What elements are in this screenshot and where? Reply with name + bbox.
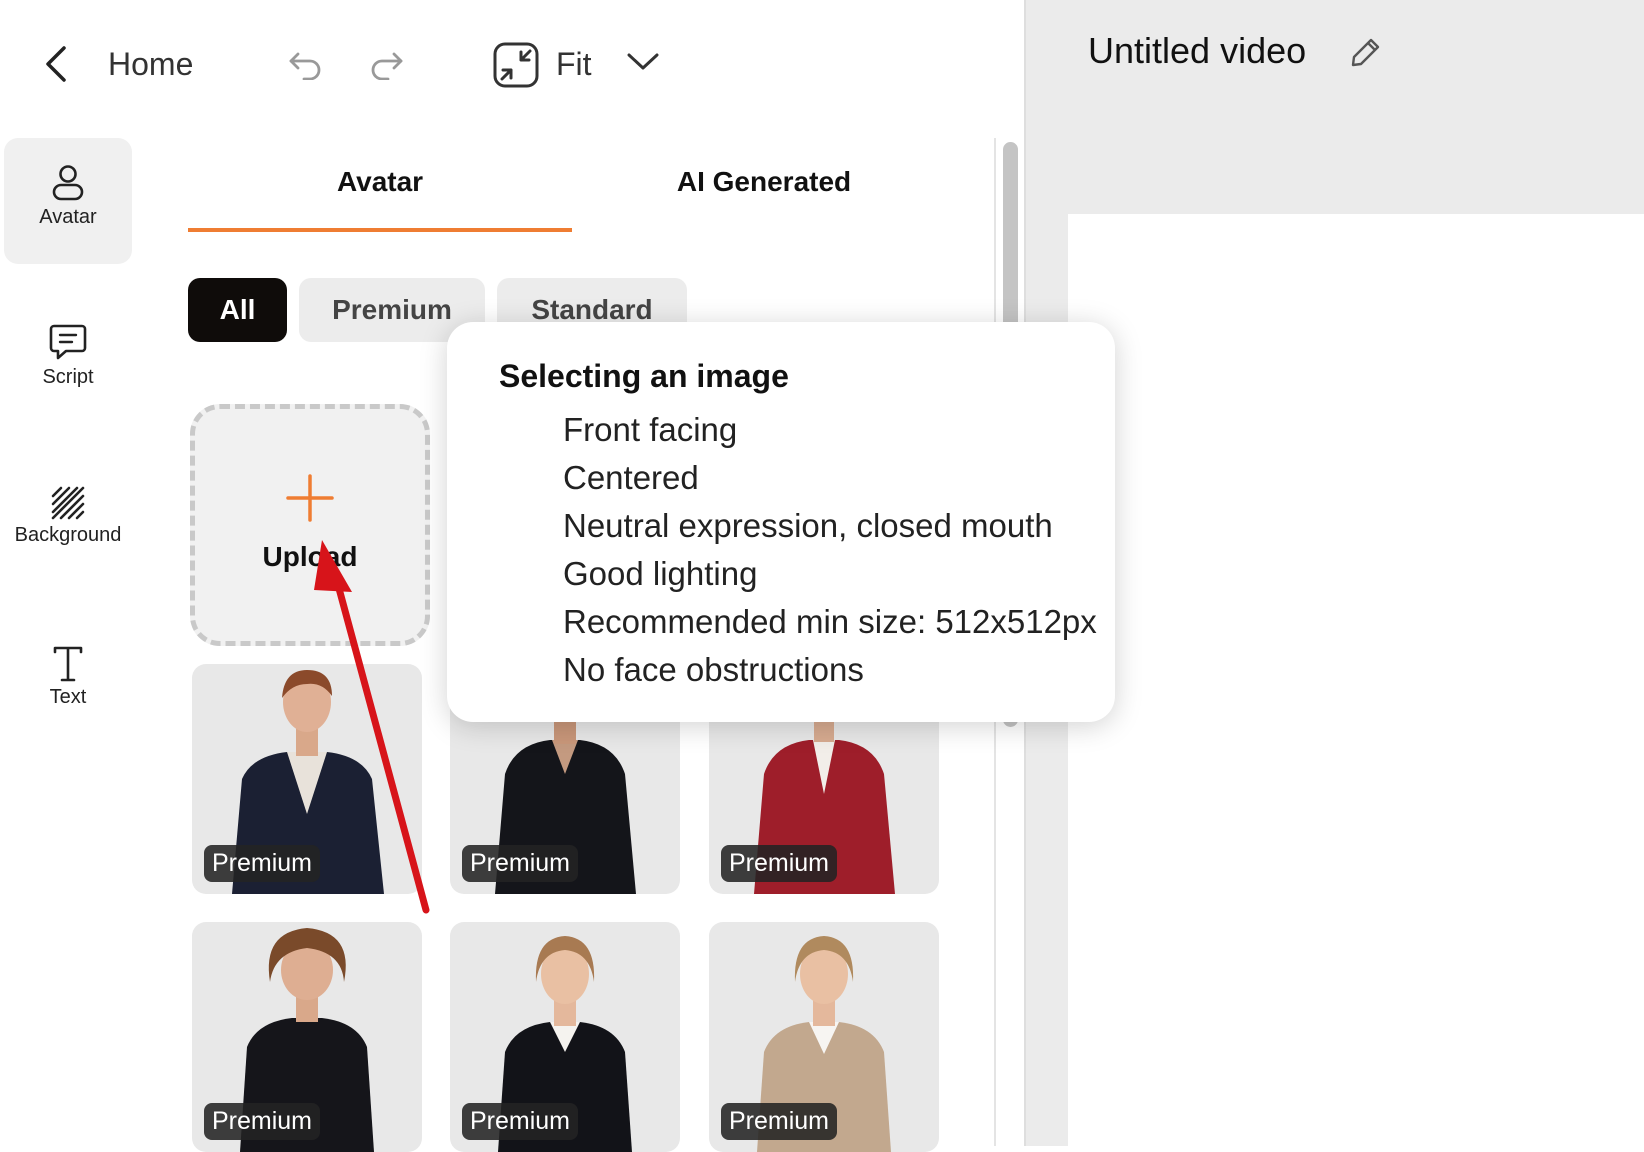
annotation-arrow — [314, 540, 430, 914]
chat-icon — [49, 324, 87, 360]
premium-badge: Premium — [462, 1103, 579, 1140]
video-canvas[interactable] — [1068, 214, 1644, 1146]
active-tab-indicator — [188, 228, 572, 232]
redo-icon[interactable] — [368, 48, 404, 80]
fit-screen-icon[interactable] — [493, 42, 539, 88]
hatch-icon — [51, 486, 85, 520]
premium-badge: Premium — [204, 1103, 321, 1140]
text-icon — [53, 646, 83, 682]
list-item: Front facing — [563, 411, 738, 448]
top-toolbar: Home Fit — [0, 0, 1024, 130]
list-item: No face obstructions — [563, 651, 864, 688]
sidebar-item-text[interactable]: Text — [4, 618, 132, 744]
premium-badge: Premium — [721, 845, 838, 882]
chevron-left-icon[interactable] — [40, 44, 74, 84]
sidebar-item-label: Text — [49, 686, 87, 708]
filter-all[interactable]: All — [188, 278, 287, 342]
video-title[interactable]: Untitled video — [1088, 30, 1306, 72]
undo-icon[interactable] — [288, 48, 324, 80]
avatar-card[interactable]: Premium — [450, 922, 680, 1152]
user-icon — [52, 165, 84, 201]
plus-icon — [286, 474, 334, 522]
tooltip-title: Selecting an image — [499, 358, 789, 394]
tab-ai-generated[interactable]: AI Generated — [572, 166, 956, 198]
avatar-card[interactable]: Premium — [709, 922, 939, 1152]
premium-badge: Premium — [721, 1103, 838, 1140]
sidebar-item-script[interactable]: Script — [4, 298, 132, 424]
premium-badge: Premium — [462, 845, 579, 882]
tab-avatar[interactable]: Avatar — [188, 166, 572, 198]
list-item: Good lighting — [563, 555, 758, 592]
chevron-down-icon[interactable] — [626, 52, 660, 72]
sidebar-item-label: Background — [14, 524, 122, 546]
list-item: Recommended min size: 512x512px — [563, 603, 1097, 640]
pencil-icon[interactable] — [1350, 36, 1382, 68]
home-link[interactable]: Home — [108, 46, 193, 83]
preview-pane: Untitled video — [1024, 0, 1644, 1146]
sidebar-item-background[interactable]: Background — [4, 458, 132, 584]
image-guidelines-tooltip: Selecting an image Front facing Centered… — [447, 322, 1115, 722]
sidebar-item-label: Avatar — [39, 206, 97, 228]
sidebar-item-label: Script — [42, 366, 94, 388]
list-item: Neutral expression, closed mouth — [563, 507, 1053, 544]
list-item: Centered — [563, 459, 699, 496]
sidebar-item-avatar[interactable]: Avatar — [4, 138, 132, 264]
tooltip-list: Front facing Centered Neutral expression… — [563, 406, 1097, 694]
avatar-card[interactable]: Premium — [192, 922, 422, 1152]
zoom-fit-label[interactable]: Fit — [556, 46, 592, 83]
